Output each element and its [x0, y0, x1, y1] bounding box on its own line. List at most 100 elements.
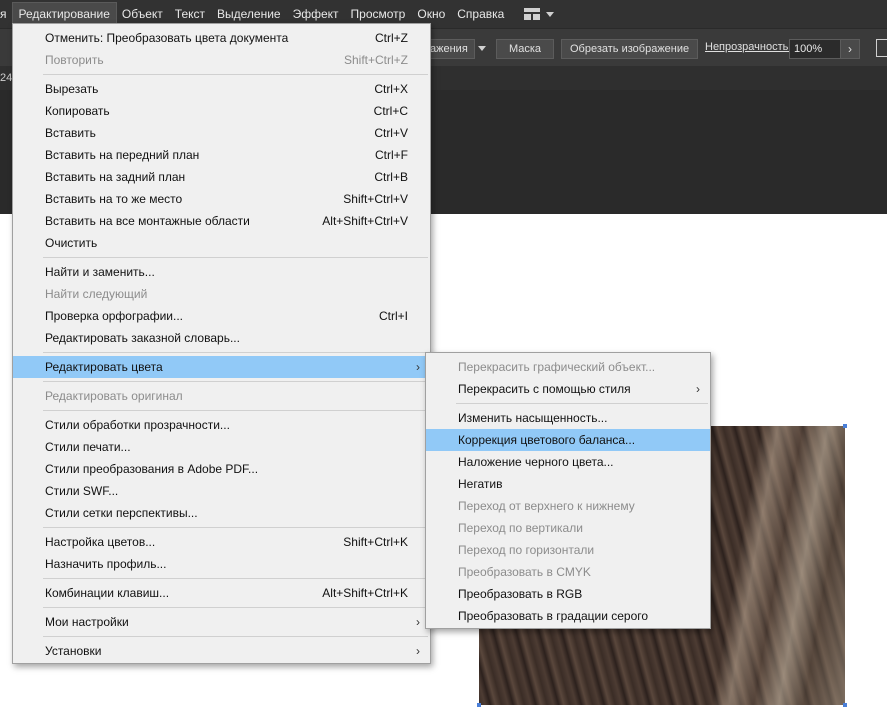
menu-item[interactable]: Переход по горизонтали [426, 539, 710, 561]
menu-item[interactable]: Найти следующий [13, 283, 430, 305]
menu-item[interactable]: Комбинации клавиш... Alt+Shift+Ctrl+K [13, 582, 430, 604]
menu-item-label: Переход от верхнего к нижнему [458, 499, 635, 513]
chevron-right-icon: › [696, 382, 700, 396]
menubar-item[interactable]: я [0, 3, 13, 25]
menubar-item[interactable]: Выделение [211, 3, 287, 25]
opacity-label[interactable]: Непрозрачность: [705, 41, 791, 53]
menu-item-shortcut: Ctrl+Z [375, 31, 408, 45]
menu-item[interactable]: Стили печати... [13, 436, 430, 458]
image-options-button[interactable]: ажения [424, 39, 475, 59]
image-options-dropdown[interactable] [476, 39, 488, 57]
menubar-item[interactable]: Просмотр [345, 3, 412, 25]
menu-item[interactable]: Перекрасить с помощью стиля › [426, 378, 710, 400]
menu-item-label: Стили обработки прозрачности... [45, 418, 230, 432]
selection-handle[interactable] [477, 703, 481, 707]
menubar-item[interactable]: Окно [411, 3, 451, 25]
menu-item[interactable]: Повторить Shift+Ctrl+Z [13, 49, 430, 71]
menu-item[interactable]: Вставить на то же место Shift+Ctrl+V [13, 188, 430, 210]
selection-handle[interactable] [843, 424, 847, 428]
menu-item[interactable]: Редактировать оригинал [13, 385, 430, 407]
menu-item-label: Преобразовать в градации серого [458, 609, 649, 623]
menu-item-label: Очистить [45, 236, 98, 250]
menu-item[interactable]: Вставить на передний план Ctrl+F [13, 144, 430, 166]
menu-item[interactable]: Мои настройки › [13, 611, 430, 633]
chevron-down-icon [478, 46, 486, 51]
menu-separator [43, 381, 428, 382]
menu-item[interactable]: Стили сетки перспективы... [13, 502, 430, 524]
menu-item-label: Вставить на все монтажные области [45, 214, 250, 228]
menu-item[interactable]: Перекрасить графический объект... [426, 356, 710, 378]
document-tab-label[interactable]: 24 [0, 72, 12, 84]
menu-separator [43, 410, 428, 411]
menubar-item[interactable]: Редактирование [11, 2, 117, 26]
menu-item-label: Вырезать [45, 82, 99, 96]
menu-item[interactable]: Стили SWF... [13, 480, 430, 502]
menu-item[interactable]: Копировать Ctrl+C [13, 100, 430, 122]
menu-item-label: Назначить профиль... [45, 557, 167, 571]
menu-item[interactable]: Переход по вертикали [426, 517, 710, 539]
menu-item[interactable]: Редактировать цвета › [13, 356, 430, 378]
menu-item-label: Отменить: Преобразовать цвета документа [45, 31, 289, 45]
menu-item[interactable]: Стили обработки прозрачности... [13, 414, 430, 436]
menu-item-label: Установки [45, 644, 102, 658]
menubar-item[interactable]: Текст [169, 3, 211, 25]
menu-separator [43, 257, 428, 258]
edit-menu: Отменить: Преобразовать цвета документа C… [12, 23, 431, 664]
menu-item[interactable]: Найти и заменить... [13, 261, 430, 283]
menu-item-label: Перекрасить графический объект... [458, 360, 656, 374]
menu-item[interactable]: Преобразовать в CMYK [426, 561, 710, 583]
menu-item[interactable]: Преобразовать в градации серого [426, 605, 710, 627]
menu-item[interactable]: Переход от верхнего к нижнему [426, 495, 710, 517]
panel-toggle-icon[interactable] [876, 39, 887, 57]
menu-item-label: Проверка орфографии... [45, 309, 183, 323]
menu-item-label: Найти следующий [45, 287, 148, 301]
menu-item-label: Вставить на задний план [45, 170, 186, 184]
selection-handle[interactable] [843, 703, 847, 707]
menu-item[interactable]: Вставить на все монтажные области Alt+Shi… [13, 210, 430, 232]
menu-item-label: Стили сетки перспективы... [45, 506, 198, 520]
menu-item-label: Вставить на то же место [45, 192, 183, 206]
menu-item-label: Наложение черного цвета... [458, 455, 614, 469]
menu-item-shortcut: Ctrl+X [374, 82, 408, 96]
menu-item-label: Стили преобразования в Adobe PDF... [45, 462, 259, 476]
menu-item-label: Комбинации клавиш... [45, 586, 170, 600]
menu-item[interactable]: Редактировать заказной словарь... [13, 327, 430, 349]
menu-item[interactable]: Очистить [13, 232, 430, 254]
menu-item-shortcut: Shift+Ctrl+Z [343, 53, 408, 67]
menu-item-label: Перекрасить с помощью стиля [458, 382, 631, 396]
menu-item[interactable]: Настройка цветов... Shift+Ctrl+K [13, 531, 430, 553]
menu-item[interactable]: Установки › [13, 640, 430, 662]
menu-item-label: Негатив [458, 477, 503, 491]
menubar-item[interactable]: Эффект [287, 3, 345, 25]
opacity-input[interactable]: 100% [789, 39, 847, 59]
crop-image-button[interactable]: Обрезать изображение [561, 39, 699, 59]
menu-item[interactable]: Вставить на задний план Ctrl+B [13, 166, 430, 188]
menu-item-label: Стили SWF... [45, 484, 119, 498]
menu-item[interactable]: Назначить профиль... [13, 553, 430, 575]
menu-item-label: Редактировать заказной словарь... [45, 331, 240, 345]
menubar-item[interactable]: Объект [116, 3, 169, 25]
menu-item-label: Повторить [45, 53, 104, 67]
menu-item-label: Переход по вертикали [458, 521, 583, 535]
opacity-arrow-button[interactable]: › [840, 39, 860, 59]
menu-item[interactable]: Преобразовать в RGB [426, 583, 710, 605]
menu-item-shortcut: Shift+Ctrl+K [343, 535, 408, 549]
workspace-switcher[interactable] [524, 8, 555, 20]
menu-item[interactable]: Проверка орфографии... Ctrl+I [13, 305, 430, 327]
menu-item[interactable]: Вставить Ctrl+V [13, 122, 430, 144]
menu-item[interactable]: Стили преобразования в Adobe PDF... [13, 458, 430, 480]
menu-item[interactable]: Изменить насыщенность... [426, 407, 710, 429]
menu-item-label: Преобразовать в RGB [458, 587, 583, 601]
menu-item-label: Редактировать цвета [45, 360, 163, 374]
menu-item[interactable]: Отменить: Преобразовать цвета документа C… [13, 27, 430, 49]
menubar-item[interactable]: Справка [451, 3, 510, 25]
menu-item-label: Переход по горизонтали [458, 543, 595, 557]
menu-item[interactable]: Коррекция цветового баланса... [426, 429, 710, 451]
menu-item-shortcut: Ctrl+C [373, 104, 408, 118]
menu-item-shortcut: Ctrl+I [378, 309, 408, 323]
menu-item[interactable]: Негатив [426, 473, 710, 495]
menu-item-label: Найти и заменить... [45, 265, 155, 279]
menu-item[interactable]: Наложение черного цвета... [426, 451, 710, 473]
menu-item[interactable]: Вырезать Ctrl+X [13, 78, 430, 100]
mask-button[interactable]: Маска [496, 39, 554, 59]
